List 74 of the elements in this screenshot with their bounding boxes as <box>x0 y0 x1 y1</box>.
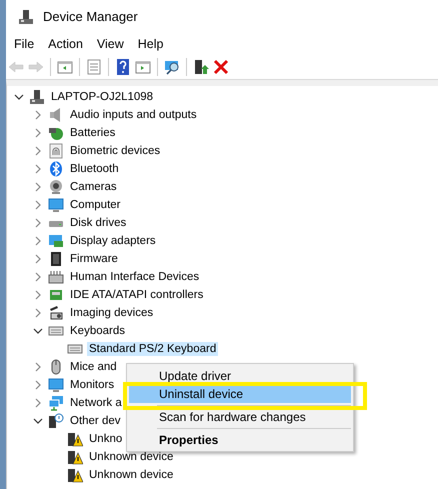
monitor-icon <box>48 377 64 393</box>
collapse-chevron-icon[interactable] <box>33 416 43 426</box>
tree-item[interactable]: Biometric devices <box>68 144 162 158</box>
tree-item[interactable]: Keyboards <box>68 324 127 338</box>
tree-item[interactable]: Unkno <box>87 432 124 446</box>
menu-item[interactable]: Properties <box>129 431 351 449</box>
warning-device-icon <box>67 431 83 447</box>
tree-item[interactable]: Computer <box>68 198 122 212</box>
tree-item[interactable]: Other dev <box>68 414 122 428</box>
keyboard-icon <box>48 269 64 285</box>
tree-item[interactable]: Bluetooth <box>68 162 121 176</box>
tree-item[interactable]: Monitors <box>68 378 116 392</box>
network-icon <box>48 395 64 411</box>
expand-chevron-icon[interactable] <box>33 272 43 282</box>
menu-item[interactable]: Help <box>130 37 170 51</box>
fingerprint-icon <box>48 143 64 159</box>
tree-item[interactable]: Batteries <box>68 126 118 140</box>
menu-item[interactable]: Uninstall device <box>129 385 351 403</box>
chip-icon <box>48 251 64 267</box>
expand-chevron-icon[interactable] <box>33 236 43 246</box>
expand-chevron-icon[interactable] <box>33 380 43 390</box>
expand-chevron-icon[interactable] <box>33 254 43 264</box>
tree-item[interactable]: Firmware <box>68 252 120 266</box>
panel-icon[interactable] <box>57 59 73 75</box>
expand-chevron-icon[interactable] <box>33 398 43 408</box>
tree-item[interactable]: Audio inputs and outputs <box>68 108 199 122</box>
circuit-board-icon <box>48 287 64 303</box>
monitor-icon <box>48 197 64 213</box>
tree-item[interactable]: Cameras <box>68 180 119 194</box>
expand-chevron-icon[interactable] <box>33 308 43 318</box>
bluetooth-icon <box>48 161 64 177</box>
monitor-magnifier-icon[interactable] <box>164 59 180 75</box>
tree-item[interactable]: Unknown device <box>87 450 176 464</box>
menu-item[interactable]: Action <box>41 37 90 51</box>
tree-item[interactable]: Mice and <box>68 360 119 374</box>
menu-item[interactable]: Update driver <box>129 367 351 385</box>
warning-device-icon <box>67 449 83 465</box>
tree-item[interactable]: LAPTOP-OJ2L1098 <box>49 90 156 104</box>
battery-icon <box>48 125 64 141</box>
tree-item[interactable]: Display adapters <box>68 234 158 248</box>
device-question-icon <box>48 413 64 429</box>
tree-item[interactable]: Standard PS/2 Keyboard <box>87 342 218 356</box>
help-icon[interactable] <box>115 59 131 75</box>
close-x-icon[interactable] <box>213 59 229 75</box>
collapse-chevron-icon[interactable] <box>33 326 43 336</box>
expand-chevron-icon[interactable] <box>33 164 43 174</box>
expand-chevron-icon[interactable] <box>33 128 43 138</box>
tree-item[interactable]: Disk drives <box>68 216 128 230</box>
display-adapter-icon <box>48 233 64 249</box>
device-manager-icon <box>18 8 34 24</box>
expand-chevron-icon[interactable] <box>33 146 43 156</box>
expand-chevron-icon[interactable] <box>33 362 43 372</box>
expand-chevron-icon[interactable] <box>33 290 43 300</box>
expand-chevron-icon[interactable] <box>33 182 43 192</box>
window-title: Device Manager <box>43 9 138 24</box>
update-driver-icon[interactable] <box>193 59 209 75</box>
tree-item[interactable]: IDE ATA/ATAPI controllers <box>68 288 206 302</box>
expand-chevron-icon[interactable] <box>33 110 43 120</box>
tree-item[interactable]: Human Interface Devices <box>68 270 202 284</box>
expand-chevron-icon[interactable] <box>33 218 43 228</box>
menu-item[interactable]: View <box>90 37 131 51</box>
tree-item[interactable]: Network a <box>68 396 124 410</box>
panel-icon[interactable] <box>135 59 151 75</box>
properties-icon[interactable] <box>86 59 102 75</box>
menu-item[interactable]: Scan for hardware changes <box>129 408 351 426</box>
tree-item[interactable]: Imaging devices <box>68 306 156 320</box>
webcam-icon <box>48 179 64 195</box>
computer-icon <box>29 89 45 105</box>
collapse-chevron-icon[interactable] <box>14 92 24 102</box>
warning-device-icon <box>67 467 83 483</box>
tree-item[interactable]: Unknown device <box>87 468 176 482</box>
expand-chevron-icon[interactable] <box>33 200 43 210</box>
menu-item[interactable]: File <box>7 37 42 51</box>
scanner-icon <box>48 305 64 321</box>
